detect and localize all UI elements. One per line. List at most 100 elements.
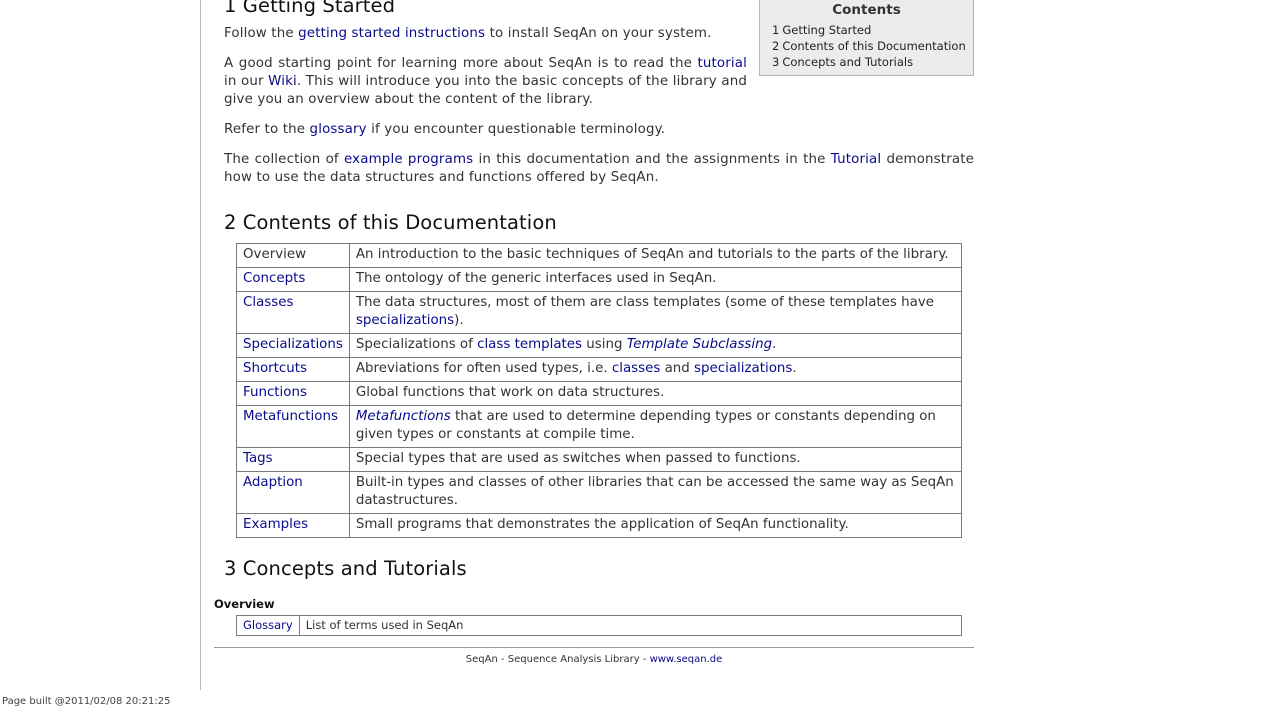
- paragraph-starting-point: A good starting point for learning more …: [224, 55, 747, 109]
- table-row: Examples Small programs that demonstrate…: [236, 513, 963, 538]
- text: in our: [224, 74, 269, 89]
- page-built-timestamp: Page built @2011/02/08 20:21:25: [2, 696, 171, 707]
- footer-text: SeqAn - Sequence Analysis Library -: [465, 654, 650, 665]
- link-shortcuts[interactable]: Shortcuts: [243, 361, 307, 376]
- link-class-templates[interactable]: class templates: [477, 337, 582, 352]
- row-desc: Global functions that work on data struc…: [348, 381, 963, 406]
- link-glossary[interactable]: glossary: [310, 122, 367, 137]
- text: Refer to the: [224, 122, 310, 137]
- table-row: Classes The data structures, most of the…: [236, 291, 963, 334]
- row-key-cell: Specializations: [236, 333, 350, 358]
- link-examples[interactable]: Examples: [243, 517, 308, 532]
- row-key-cell: Tags: [236, 447, 350, 472]
- heading-getting-started: 1 Getting Started: [224, 0, 396, 17]
- row-desc: Specializations of class templates using…: [348, 333, 963, 358]
- row-desc: Metafunctions that are used to determine…: [348, 405, 963, 448]
- link-classes[interactable]: Classes: [243, 295, 293, 310]
- footer: SeqAn - Sequence Analysis Library - www.…: [214, 654, 974, 665]
- link-classes-inline[interactable]: classes: [612, 361, 660, 376]
- link-example-programs[interactable]: example programs: [344, 152, 473, 167]
- toc-num: 3: [772, 55, 780, 69]
- table-row: Glossary List of terms used in SeqAn: [236, 615, 963, 636]
- text: Abreviations for often used types, i.e.: [355, 361, 612, 376]
- contents-table: Overview An introduction to the basic te…: [236, 243, 963, 538]
- row-desc: List of terms used in SeqAn: [298, 615, 963, 636]
- text: .: [772, 337, 777, 352]
- toc-label: Getting Started: [782, 23, 872, 37]
- toc-item-getting-started[interactable]: 1 Getting Started: [772, 22, 973, 38]
- toc-list: 1 Getting Started 2 Contents of this Docum…: [772, 22, 973, 70]
- link-specializations-inline[interactable]: specializations: [694, 361, 792, 376]
- row-desc: The data structures, most of them are cl…: [348, 291, 963, 334]
- table-row: Shortcuts Abreviations for often used ty…: [236, 357, 963, 382]
- text: to install SeqAn on your system.: [485, 26, 712, 41]
- text: ).: [454, 313, 464, 328]
- row-desc: Built-in types and classes of other libr…: [348, 471, 963, 514]
- link-glossary-table[interactable]: Glossary: [243, 618, 293, 632]
- link-concepts[interactable]: Concepts: [243, 271, 305, 286]
- text: .: [792, 361, 797, 376]
- footer-divider: [214, 647, 974, 648]
- link-tutorial[interactable]: tutorial: [697, 56, 747, 71]
- heading-contents-documentation: 2 Contents of this Documentation: [224, 211, 557, 234]
- row-key-cell: Adaption: [236, 471, 350, 514]
- text: Specializations of: [355, 337, 478, 352]
- text: The data structures, most of them are cl…: [355, 295, 935, 310]
- link-functions[interactable]: Functions: [243, 385, 307, 400]
- link-metafunctions-italic[interactable]: Metafunctions: [356, 409, 451, 424]
- toc-item-concepts[interactable]: 3 Concepts and Tutorials: [772, 54, 973, 70]
- link-adaption[interactable]: Adaption: [243, 475, 303, 490]
- row-key-cell: Functions: [236, 381, 350, 406]
- table-row: Specializations Specializations of class…: [236, 333, 963, 358]
- sidebar-divider: [200, 0, 201, 690]
- table-of-contents: Contents 1 Getting Started 2 Contents of t…: [759, 0, 974, 76]
- link-specializations[interactable]: specializations: [356, 313, 454, 328]
- link-seqan-website[interactable]: www.seqan.de: [650, 654, 723, 665]
- table-row: Overview An introduction to the basic te…: [236, 243, 963, 268]
- row-desc: Special types that are used as switches …: [348, 447, 963, 472]
- toc-label: Contents of this Documentation: [782, 39, 966, 53]
- text: if you encounter questionable terminolog…: [366, 122, 666, 137]
- toc-title: Contents: [832, 2, 901, 18]
- table-row: Metafunctions Metafunctions that are use…: [236, 405, 963, 448]
- row-key-cell: Examples: [236, 513, 350, 538]
- text: . This will introduce you into the basic…: [224, 74, 747, 107]
- text: and: [660, 361, 695, 376]
- table-row: Tags Special types that are used as swit…: [236, 447, 963, 472]
- paragraph-refer: Refer to the glossary if you encounter q…: [224, 121, 744, 139]
- toc-num: 2: [772, 39, 780, 53]
- row-key-cell: Metafunctions: [236, 405, 350, 448]
- row-key-cell: Concepts: [236, 267, 350, 292]
- row-key-cell: Classes: [236, 291, 350, 334]
- row-desc: Small programs that demonstrates the app…: [348, 513, 963, 538]
- table-row: Functions Global functions that work on …: [236, 381, 963, 406]
- table-row: Adaption Built-in types and classes of o…: [236, 471, 963, 514]
- text: A good starting point for learning more …: [224, 56, 698, 71]
- link-wiki[interactable]: Wiki: [268, 74, 297, 89]
- toc-num: 1: [772, 23, 780, 37]
- paragraph-collection: The collection of example programs in th…: [224, 151, 974, 187]
- toc-label: Concepts and Tutorials: [782, 55, 914, 69]
- heading-concepts-tutorials: 3 Concepts and Tutorials: [224, 557, 467, 580]
- row-desc: An introduction to the basic techniques …: [348, 243, 963, 268]
- row-key-cell: Glossary: [236, 615, 300, 636]
- concepts-table: Glossary List of terms used in SeqAn: [236, 615, 963, 636]
- row-key-cell: Shortcuts: [236, 357, 350, 382]
- text: Follow the: [224, 26, 299, 41]
- paragraph-follow: Follow the getting started instructions …: [224, 25, 744, 43]
- text: using: [582, 337, 627, 352]
- toc-item-contents[interactable]: 2 Contents of this Documentation: [772, 38, 973, 54]
- link-metafunctions[interactable]: Metafunctions: [243, 409, 338, 424]
- row-desc: Abreviations for often used types, i.e. …: [348, 357, 963, 382]
- text: The collection of: [224, 152, 345, 167]
- row-desc: The ontology of the generic interfaces u…: [348, 267, 963, 292]
- link-template-subclassing[interactable]: Template Subclassing: [627, 337, 772, 352]
- overview-label: Overview: [214, 597, 275, 611]
- link-tags[interactable]: Tags: [243, 451, 273, 466]
- link-getting-started-instructions[interactable]: getting started instructions: [298, 26, 485, 41]
- link-specializations-key[interactable]: Specializations: [243, 337, 343, 352]
- link-tutorial-2[interactable]: Tutorial: [831, 152, 881, 167]
- table-row: Concepts The ontology of the generic int…: [236, 267, 963, 292]
- row-key-overview: Overview: [236, 243, 350, 268]
- text: in this documentation and the assignment…: [473, 152, 831, 167]
